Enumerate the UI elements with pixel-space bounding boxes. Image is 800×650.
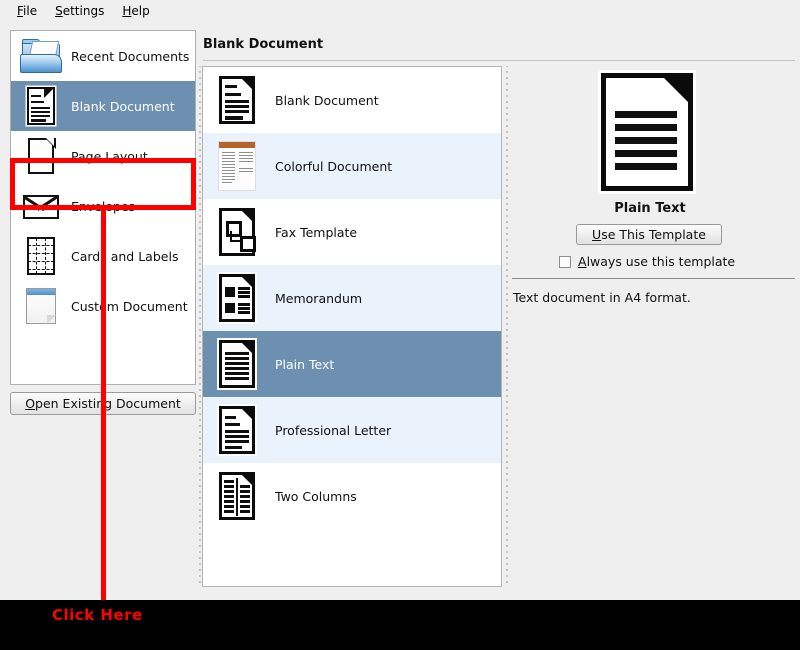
custom-document-icon	[19, 284, 63, 328]
template-row-plain-text[interactable]: Plain Text	[203, 331, 501, 397]
template-description: Text document in A4 format.	[513, 290, 691, 305]
professional-letter-icon	[213, 402, 261, 458]
template-row-memorandum[interactable]: Memorandum	[203, 265, 501, 331]
two-columns-icon	[213, 468, 261, 524]
template-label: Blank Document	[275, 93, 379, 108]
template-list[interactable]: Blank Document	[202, 66, 502, 587]
new-document-dialog: FFileile Settings Help Recent Documents …	[0, 0, 800, 650]
sidebar-item-label: Blank Document	[71, 99, 175, 114]
plain-text-large-icon	[601, 73, 693, 191]
colorful-document-thumbnail	[213, 138, 261, 194]
title-divider	[203, 60, 795, 61]
template-label: Plain Text	[275, 357, 334, 372]
sidebar-item-label: Recent Documents	[71, 49, 189, 64]
label-grid-icon	[19, 234, 63, 278]
always-use-template-row[interactable]: Always use this template	[559, 254, 735, 269]
template-label: Professional Letter	[275, 423, 391, 438]
always-use-template-checkbox[interactable]	[559, 256, 571, 268]
use-this-template-button[interactable]: Use This Template	[576, 224, 722, 245]
document-lines-icon	[19, 84, 63, 128]
template-row-blank-document[interactable]: Blank Document	[203, 67, 501, 133]
page-title: Blank Document	[203, 37, 323, 52]
menu-settings[interactable]: Settings	[46, 2, 113, 20]
description-divider	[512, 278, 795, 279]
menu-file[interactable]: FFileile	[8, 2, 46, 20]
template-label: Fax Template	[275, 225, 357, 240]
splitter-right[interactable]	[504, 66, 510, 587]
template-label: Two Columns	[275, 489, 357, 504]
open-folder-icon	[19, 34, 63, 78]
preview-title: Plain Text	[505, 201, 795, 216]
sidebar-item-blank-document[interactable]: Blank Document	[11, 81, 195, 131]
memorandum-icon	[213, 270, 261, 326]
sidebar-item-label: Custom Document	[71, 299, 188, 314]
template-row-two-columns[interactable]: Two Columns	[203, 463, 501, 529]
sidebar-item-label: Cards and Labels	[71, 249, 178, 264]
sidebar-item-label: Page Layout	[71, 149, 148, 164]
template-label: Colorful Document	[275, 159, 392, 174]
always-use-template-label: Always use this template	[578, 254, 735, 269]
use-this-template-label: Use This Template	[592, 227, 706, 242]
menu-help[interactable]: Help	[113, 2, 158, 20]
document-lines-icon	[213, 72, 261, 128]
template-row-professional-letter[interactable]: Professional Letter	[203, 397, 501, 463]
blank-page-icon	[19, 134, 63, 178]
template-row-colorful-document[interactable]: Colorful Document	[203, 133, 501, 199]
envelope-icon	[19, 184, 63, 228]
annotation-call-to-action: Click Here	[52, 606, 143, 624]
template-row-fax-template[interactable]: Fax Template	[203, 199, 501, 265]
sidebar-item-page-layout[interactable]: Page Layout	[11, 131, 195, 181]
plain-text-icon	[213, 336, 261, 392]
annotation-pointer-line	[101, 208, 106, 608]
fax-template-icon	[213, 204, 261, 260]
template-label: Memorandum	[275, 291, 362, 306]
menu-bar: FFileile Settings Help	[0, 0, 800, 22]
sidebar-item-recent-documents[interactable]: Recent Documents	[11, 31, 195, 81]
